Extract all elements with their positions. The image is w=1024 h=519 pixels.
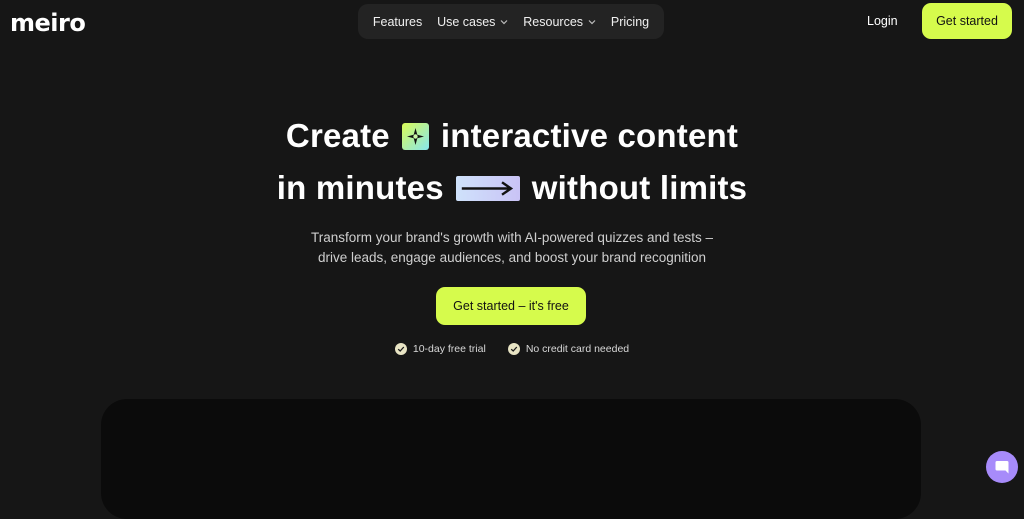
brand-logo[interactable]: meiro — [10, 9, 86, 37]
headline-phrase: interactive content — [440, 117, 739, 154]
nav-item-label: Features — [372, 14, 423, 29]
benefit-list: 10-day free trial No credit card needed — [0, 343, 1024, 355]
sparkle-icon — [401, 122, 429, 150]
benefit-item: No credit card needed — [507, 343, 630, 355]
chat-button[interactable] — [986, 451, 1018, 483]
chevron-down-icon — [588, 19, 596, 24]
nav-item-use-cases[interactable]: Use cases — [437, 15, 508, 29]
preview-panel — [101, 399, 921, 519]
check-circle-icon — [507, 343, 520, 355]
nav-item-pricing[interactable]: Pricing — [611, 15, 649, 29]
main-nav: Features Use cases Resources Pricing — [358, 4, 664, 39]
hero-headline-line-2: in minutes without limits — [0, 166, 1024, 210]
chat-icon — [995, 461, 1009, 474]
benefit-item: 10-day free trial — [394, 343, 486, 355]
nav-item-label: Resources — [523, 14, 584, 29]
headline-word: Create — [285, 117, 390, 154]
benefit-label: No credit card needed — [525, 343, 630, 355]
check-circle-icon — [394, 343, 407, 355]
chevron-down-icon — [500, 19, 508, 24]
subtitle-line: Transform your brand's growth with AI-po… — [310, 230, 713, 245]
nav-item-label: Pricing — [610, 14, 650, 29]
arrow-right-icon — [455, 175, 520, 201]
nav-item-resources[interactable]: Resources — [523, 15, 596, 29]
hero-subtitle: Transform your brand's growth with AI-po… — [0, 228, 1024, 268]
nav-item-label: Use cases — [437, 14, 496, 29]
benefit-label: 10-day free trial — [412, 343, 486, 355]
headline-phrase: without limits — [531, 169, 748, 206]
nav-item-features[interactable]: Features — [373, 15, 422, 29]
get-started-free-button[interactable]: Get started – it's free — [436, 287, 586, 325]
login-link[interactable]: Login — [867, 14, 898, 28]
subtitle-line: drive leads, engage audiences, and boost… — [317, 250, 707, 265]
hero-headline-line-1: Create interactive content — [0, 114, 1024, 158]
headline-phrase: in minutes — [276, 169, 444, 206]
get-started-button[interactable]: Get started — [922, 3, 1012, 39]
